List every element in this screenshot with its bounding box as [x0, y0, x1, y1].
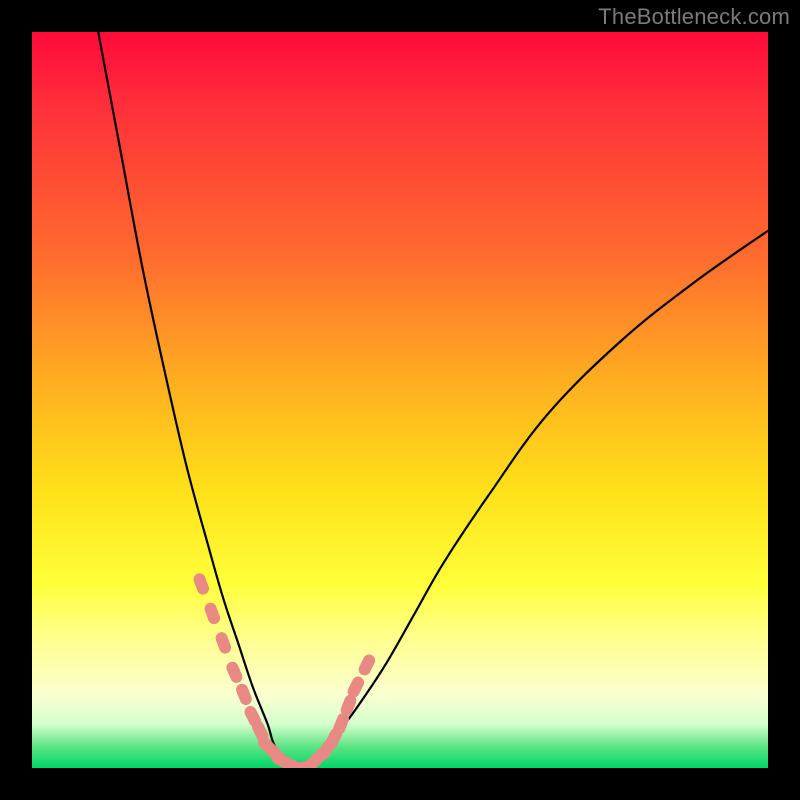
curve-marker: [214, 630, 233, 655]
chart-frame: TheBottleneck.com: [0, 0, 800, 800]
curve-marker: [346, 675, 367, 700]
curve-marker: [234, 682, 253, 707]
curve-marker: [357, 652, 378, 677]
curve-marker: [331, 711, 350, 736]
curve-marker: [263, 741, 287, 765]
curve-marker: [192, 572, 211, 597]
curve-marker: [250, 719, 271, 744]
curve-marker: [225, 660, 245, 685]
watermark-label: TheBottleneck.com: [598, 4, 790, 30]
curve-marker: [255, 734, 279, 758]
curve-marker: [243, 704, 264, 729]
curve-marker: [300, 752, 324, 768]
curve-marker: [277, 754, 302, 768]
curve-marker: [270, 750, 295, 768]
marker-group: [192, 572, 377, 768]
curve-marker: [315, 737, 337, 762]
curve-marker: [292, 758, 317, 768]
curve-marker: [286, 762, 308, 768]
plot-area: [32, 32, 768, 768]
bottleneck-curve-path: [98, 32, 768, 768]
curve-marker: [339, 693, 358, 718]
bottleneck-curve-svg: [32, 32, 768, 768]
curve-marker: [203, 601, 222, 626]
curve-marker: [323, 726, 344, 751]
curve-marker: [307, 745, 331, 768]
